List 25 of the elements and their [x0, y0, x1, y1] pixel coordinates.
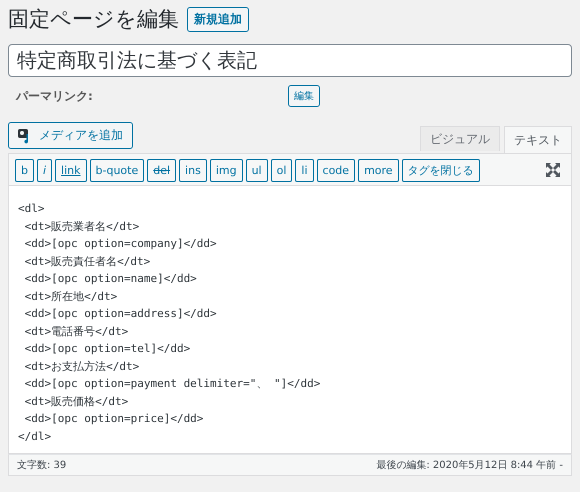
quicktag-button[interactable]: li: [295, 158, 314, 182]
editor-tab[interactable]: テキスト: [504, 126, 572, 153]
permalink-edit-button[interactable]: 編集: [288, 85, 320, 107]
page-title: 固定ページを編集: [8, 6, 179, 33]
quicktag-button[interactable]: b-quote: [90, 158, 144, 182]
quicktag-button[interactable]: link: [55, 158, 87, 182]
title-input-field[interactable]: 特定商取引法に基づく表記: [8, 44, 572, 77]
quicktag-button[interactable]: code: [316, 158, 356, 182]
last-edited-text: 最後の編集: 2020年5月12日 8:44 午前 -: [376, 459, 563, 472]
code-editor-textarea[interactable]: <dl> <dt>販売業者名</dt> <dd>[opc option=company]</dd> <dt>販売責任者名</dt> <dd>[opc option=name]</dd> <dt>所在地</dt> <dd>[opc option=address]</dd> <dt>電話番号</dt> <dd>[opc option=tel]</dd> <dt>お支払方法</dt> <dd>[opc option=payment delimiter="、 "]</dd> <dt>販売価格</dt> <dd>[opc option=price]</dd> </dl>: [8, 186, 572, 454]
editor-tab[interactable]: ビジュアル: [420, 126, 500, 151]
add-media-button[interactable]: メディアを追加: [8, 122, 133, 149]
quicktag-button[interactable]: i: [36, 158, 52, 182]
quicktag-button[interactable]: b: [15, 158, 34, 182]
quicktag-button[interactable]: img: [210, 158, 243, 182]
add-new-button[interactable]: 新規追加: [187, 6, 249, 32]
word-count: 文字数: 39: [17, 458, 66, 472]
permalink-label: パーマリンク:: [16, 88, 94, 104]
quicktag-button[interactable]: タグを閉じる: [402, 158, 480, 182]
fullscreen-icon[interactable]: [545, 162, 561, 178]
quicktag-button[interactable]: ul: [246, 158, 268, 182]
quicktag-button[interactable]: ins: [179, 158, 207, 182]
quicktag-button[interactable]: ol: [270, 158, 292, 182]
quicktag-button[interactable]: del: [147, 158, 176, 182]
quicktag-button[interactable]: more: [358, 158, 399, 182]
